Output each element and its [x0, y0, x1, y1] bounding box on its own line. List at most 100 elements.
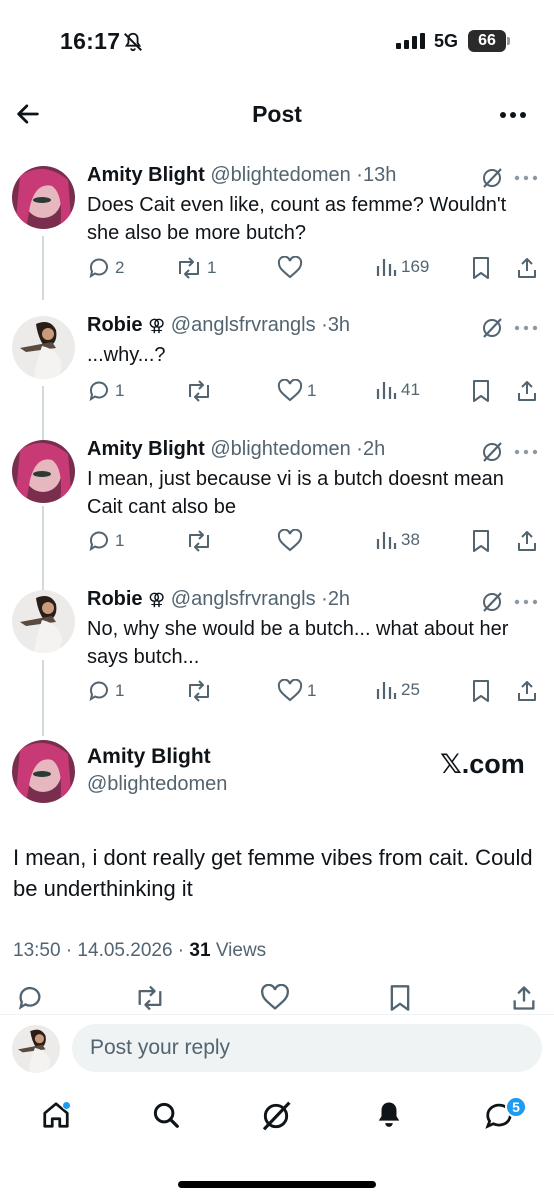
name-symbol: ⚢	[148, 316, 166, 335]
views-icon	[376, 259, 397, 276]
tweet-text: I mean, just because vi is a butch doesn…	[87, 468, 504, 518]
tweet-actions: 1 38	[87, 529, 547, 559]
like-button[interactable]	[260, 984, 290, 1012]
reply-button[interactable]	[16, 984, 44, 1012]
avatar[interactable]	[12, 166, 75, 229]
reply-button[interactable]: 1	[87, 379, 124, 403]
repost-button[interactable]	[185, 679, 217, 703]
like-button[interactable]: 1	[277, 379, 316, 403]
heart-icon	[277, 679, 303, 702]
share-button[interactable]	[510, 984, 538, 1012]
repost-icon	[189, 530, 209, 552]
repost-icon	[189, 680, 209, 702]
views-count[interactable]: 31	[189, 940, 210, 961]
views-icon	[376, 532, 397, 549]
main-avatar[interactable]	[12, 740, 75, 803]
main-author-name[interactable]: Amity Blight	[87, 745, 211, 769]
views-button[interactable]: 41	[375, 379, 420, 401]
more-icon[interactable]	[514, 448, 538, 456]
separator: ·	[356, 438, 363, 460]
notifications-icon[interactable]	[374, 1100, 404, 1130]
reply-icon	[89, 681, 108, 702]
bell-muted-icon	[124, 32, 142, 52]
grok-icon[interactable]	[480, 590, 504, 614]
messages-badge: 5	[505, 1096, 527, 1118]
views-count: 25	[401, 680, 420, 699]
repost-button[interactable]	[185, 529, 217, 553]
share-button[interactable]	[515, 379, 539, 403]
tweet-header: Robie ⚢ @anglsfrvrangls ·2h	[87, 588, 350, 611]
author-name[interactable]: Robie	[87, 314, 143, 336]
reply-button[interactable]: 1	[87, 529, 124, 553]
post-time: 2h	[362, 438, 386, 460]
views-count: 169	[401, 257, 430, 276]
reply-icon	[89, 381, 108, 402]
heart-icon	[277, 529, 303, 552]
reply-input[interactable]: Post your reply	[72, 1024, 542, 1072]
repost-button[interactable]	[134, 984, 166, 1012]
share-button[interactable]	[515, 529, 539, 553]
bookmark-icon	[473, 257, 489, 279]
author-handle[interactable]: @blightedomen	[210, 438, 350, 460]
bookmark-icon	[390, 985, 410, 1011]
current-user-avatar[interactable]	[12, 1025, 60, 1073]
search-icon[interactable]	[151, 1100, 181, 1130]
reply-icon	[89, 531, 108, 552]
repost-icon	[179, 257, 199, 279]
reply-button[interactable]: 2	[87, 256, 124, 280]
grok-icon[interactable]	[480, 316, 504, 340]
grok-icon[interactable]	[480, 166, 504, 190]
more-options-icon[interactable]	[498, 102, 528, 128]
post-time: 2h	[327, 588, 351, 610]
battery-nub	[507, 37, 510, 45]
tweet-text: Does Cait even like, count as femme? Wou…	[87, 194, 507, 244]
x-watermark: 𝕏.com	[440, 749, 525, 779]
repost-count: 1	[207, 258, 217, 277]
more-icon[interactable]	[514, 174, 538, 182]
author-handle[interactable]: @blightedomen	[210, 164, 350, 186]
reply-button[interactable]: 1	[87, 679, 124, 703]
author-name[interactable]: Robie	[87, 588, 143, 610]
main-post-actions	[0, 984, 554, 1014]
name-symbol: ⚢	[148, 590, 166, 609]
bookmark-button[interactable]	[387, 984, 413, 1012]
tweet-actions: 2 1 169	[87, 256, 547, 286]
main-post-text: I mean, i dont really get femme vibes fr…	[13, 845, 533, 901]
avatar[interactable]	[12, 440, 75, 503]
main-author-handle[interactable]: @blightedomen	[87, 773, 227, 796]
views-button[interactable]: 25	[375, 679, 420, 701]
thread-line	[42, 506, 44, 592]
avatar[interactable]	[12, 316, 75, 379]
grok-icon[interactable]	[260, 1100, 292, 1132]
like-button[interactable]: 1	[277, 679, 316, 703]
status-bar: 16:17 5G 66	[0, 0, 554, 80]
views-label: Views	[210, 940, 267, 961]
more-icon[interactable]	[514, 324, 538, 332]
share-button[interactable]	[515, 679, 539, 703]
repost-button[interactable]: 1	[175, 256, 216, 280]
bookmark-button[interactable]	[470, 379, 492, 403]
views-button[interactable]: 38	[375, 529, 420, 551]
tweet-actions: 1 1 25	[87, 679, 547, 709]
author-name[interactable]: Amity Blight	[87, 164, 205, 186]
post-time: 13h	[362, 164, 397, 186]
bookmark-button[interactable]	[470, 529, 492, 553]
share-button[interactable]	[515, 256, 539, 280]
bookmark-button[interactable]	[470, 679, 492, 703]
grok-icon[interactable]	[480, 440, 504, 464]
tweet-header: Robie ⚢ @anglsfrvrangls ·3h	[87, 314, 350, 337]
reply-icon	[89, 258, 108, 279]
avatar[interactable]	[12, 590, 75, 653]
author-name[interactable]: Amity Blight	[87, 438, 205, 460]
like-button[interactable]	[277, 529, 307, 553]
more-icon[interactable]	[514, 598, 538, 606]
home-indicator[interactable]	[178, 1181, 376, 1188]
author-handle[interactable]: @anglsfrvrangls	[171, 588, 316, 610]
author-handle[interactable]: @anglsfrvrangls	[171, 314, 316, 336]
views-button[interactable]: 169	[375, 256, 429, 278]
repost-button[interactable]	[185, 379, 217, 403]
like-button[interactable]	[277, 256, 307, 280]
page-title: Post	[252, 101, 302, 127]
thread-line	[42, 660, 44, 736]
bookmark-button[interactable]	[470, 256, 492, 280]
